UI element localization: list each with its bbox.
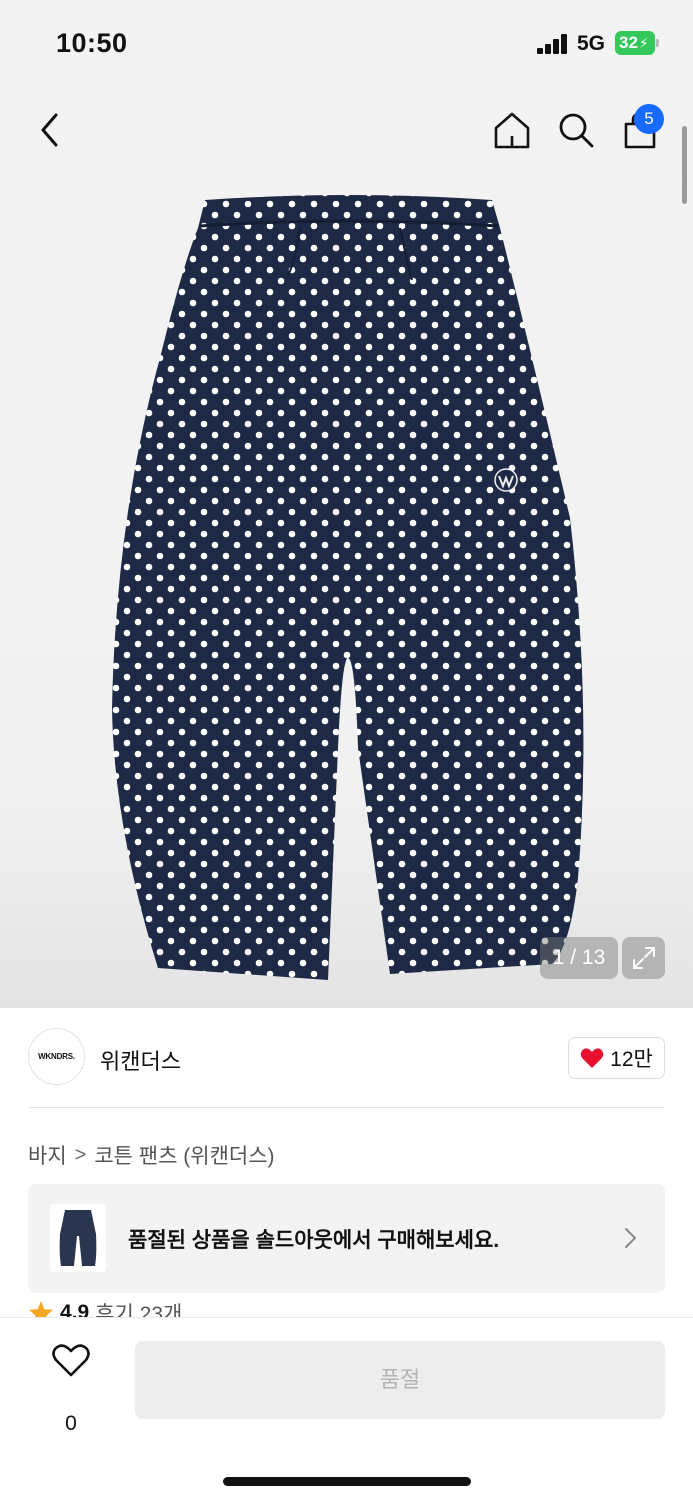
heart-outline-icon (52, 1344, 90, 1377)
breadcrumb-category[interactable]: 바지 (28, 1140, 67, 1170)
back-button[interactable] (30, 110, 70, 150)
product-gallery[interactable]: 1 / 13 (0, 88, 693, 1008)
battery-icon: 32⚡ (615, 31, 659, 55)
battery-level: 32 (619, 33, 638, 52)
product-thumbnail (50, 1204, 106, 1272)
scrollbar[interactable] (682, 126, 687, 204)
brand-logo[interactable]: WKNDRS. (28, 1028, 85, 1085)
chevron-right-icon (625, 1228, 636, 1248)
status-time: 10:50 (56, 28, 128, 58)
cart-count-badge: 5 (634, 104, 664, 134)
product-image-pants (112, 195, 584, 980)
network-label: 5G (577, 32, 606, 55)
expand-icon (632, 947, 655, 969)
home-indicator (223, 1477, 471, 1486)
brand-like-count: 12만 (610, 1048, 653, 1071)
image-counter: 1 / 13 (540, 937, 618, 979)
brand-like-button[interactable]: 12만 (568, 1037, 665, 1079)
bottom-action-bar: 0 품절 (0, 1317, 693, 1500)
status-bar: 10:50 5G 32⚡ (0, 0, 693, 88)
brand-row[interactable]: WKNDRS. 위캔더스 12만 (28, 1028, 665, 1088)
breadcrumb: 바지 > 코튼 팬츠 (위캔더스) (28, 1140, 275, 1170)
brand-name[interactable]: 위캔더스 (100, 1044, 181, 1076)
home-button[interactable] (490, 108, 534, 152)
search-icon (559, 113, 594, 148)
soldout-button[interactable]: 품절 (135, 1341, 665, 1419)
banner-text: 품절된 상품을 솔드아웃에서 구매해보세요. (128, 1229, 500, 1252)
heart-filled-icon (580, 1048, 604, 1068)
chevron-left-icon (41, 113, 58, 147)
expand-button[interactable] (622, 937, 665, 979)
signal-icon (537, 34, 569, 54)
wishlist-count: 0 (65, 1412, 77, 1435)
divider (28, 1107, 665, 1108)
soldout-market-banner[interactable]: 품절된 상품을 솔드아웃에서 구매해보세요. (28, 1184, 665, 1293)
breadcrumb-product: 코튼 팬츠 (위캔더스) (94, 1145, 275, 1168)
home-icon (494, 112, 530, 149)
search-button[interactable] (554, 108, 598, 152)
wishlist-button[interactable]: 0 (46, 1344, 96, 1435)
breadcrumb-separator: > (74, 1143, 87, 1166)
